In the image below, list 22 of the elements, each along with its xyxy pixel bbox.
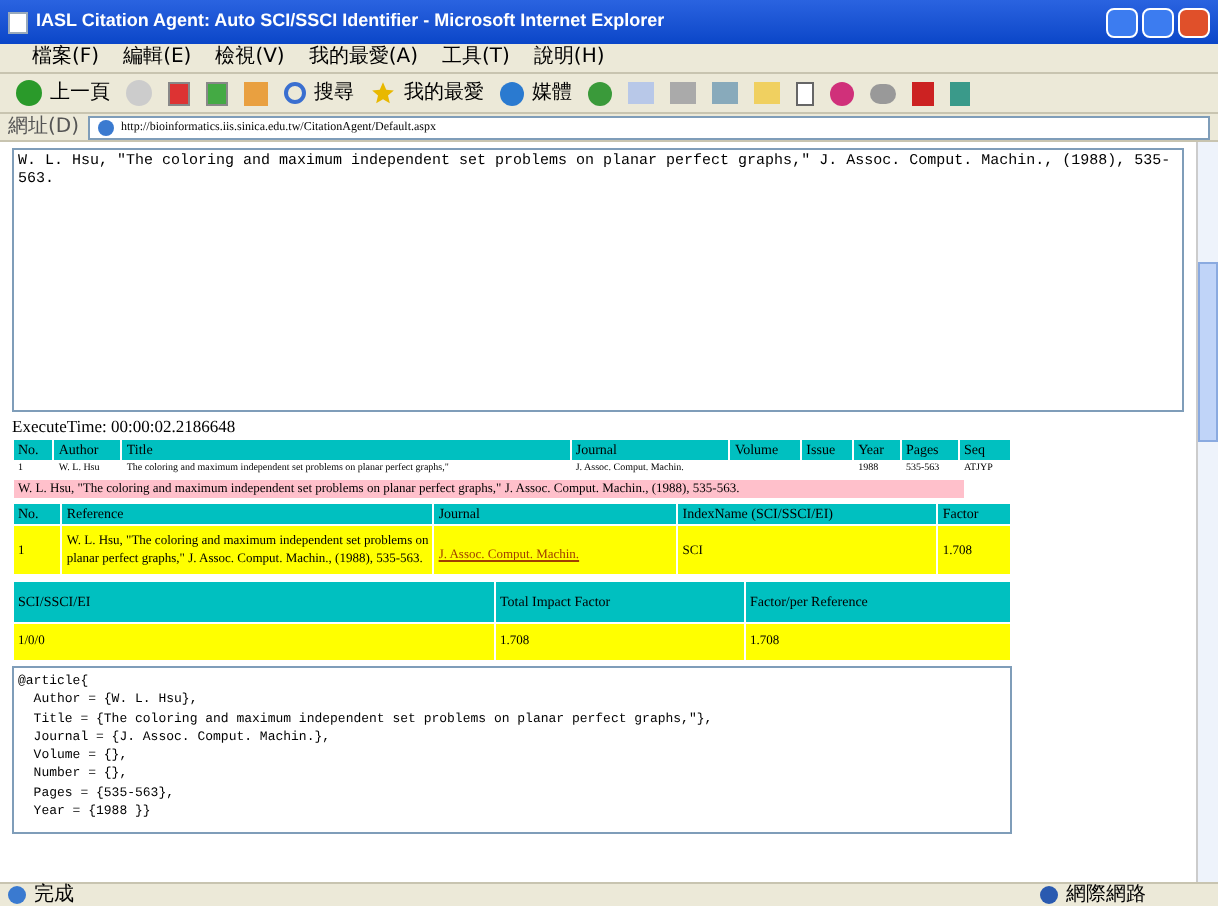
maximize-button[interactable] (1142, 7, 1174, 37)
search-icon (284, 82, 306, 104)
close-button[interactable] (1178, 7, 1210, 37)
media-button[interactable]: 媒體 (500, 78, 572, 108)
menu-item[interactable]: 我的最愛(A) (308, 46, 418, 70)
scroll-thumb[interactable] (1198, 262, 1218, 442)
window-title: IASL Citation Agent: Auto SCI/SSCI Identifier - Microsoft Internet Explorer (36, 8, 665, 35)
zone-text: 網際網路 (1066, 884, 1146, 906)
execute-time: ExecuteTime: 00:00:02.2186648 (12, 414, 238, 438)
menu-item[interactable]: 編輯(E) (123, 46, 192, 70)
search-button[interactable]: 搜尋 (284, 78, 354, 108)
star-icon (370, 80, 396, 106)
menu-item[interactable]: 說明(H) (533, 46, 605, 70)
scrollbar[interactable] (1196, 142, 1218, 882)
address-label: 網址(D) (8, 115, 80, 139)
menu-item[interactable]: 檔案(F) (32, 46, 100, 70)
menu-item[interactable]: 工具(T) (442, 46, 510, 70)
status-text: 完成 (34, 884, 74, 906)
favorites-button[interactable]: 我的最愛 (370, 78, 484, 108)
menu-item[interactable]: 檢視(V) (215, 46, 285, 70)
minimize-button[interactable] (1106, 7, 1138, 37)
back-button[interactable]: 上一頁 (16, 78, 110, 108)
